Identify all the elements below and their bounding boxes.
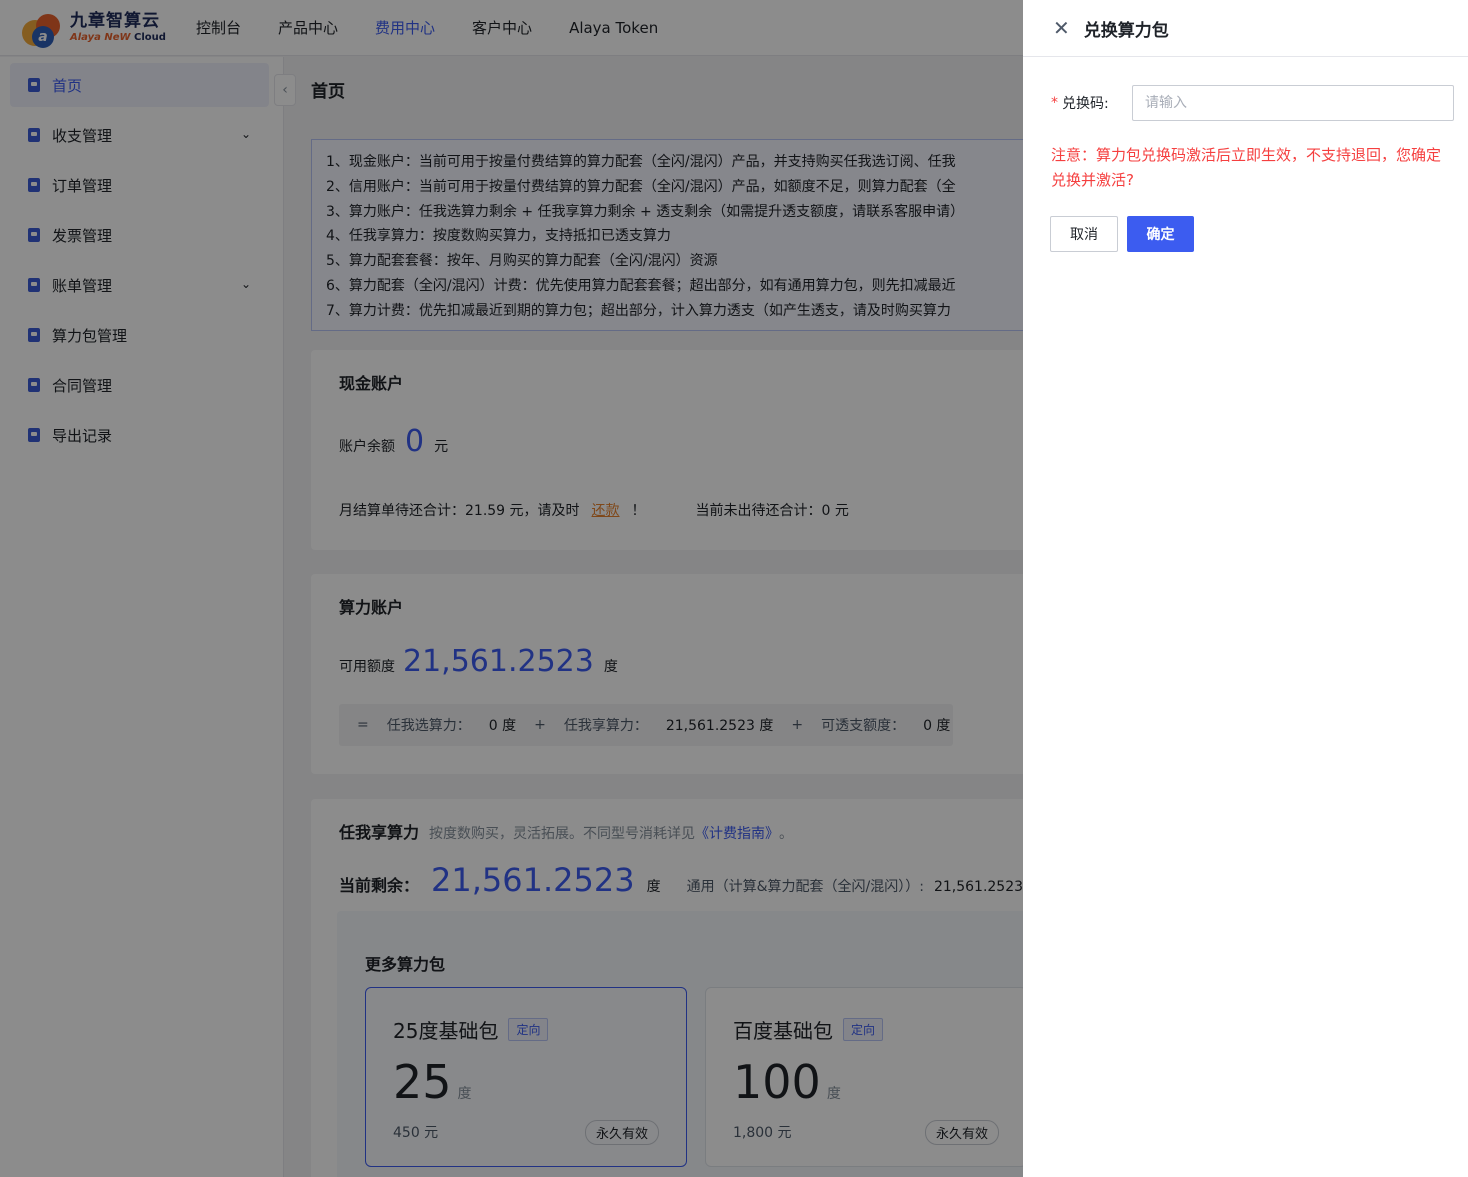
drawer-title: 兑换算力包 [1083, 20, 1169, 41]
drawer-header: ✕ 兑换算力包 [1023, 0, 1468, 57]
redeem-package-drawer: ✕ 兑换算力包 * 兑换码: 注意：算力包兑换码激活后立即生效，不支持退回，您确… [1023, 0, 1468, 1177]
cancel-button[interactable]: 取消 [1050, 216, 1118, 252]
redeem-warning: 注意：算力包兑换码激活后立即生效，不支持退回，您确定兑换并激活? [1051, 146, 1442, 189]
redeem-code-row: * 兑换码: [1051, 85, 1454, 121]
close-icon[interactable]: ✕ [1053, 18, 1070, 38]
redeem-code-input[interactable] [1132, 85, 1454, 121]
confirm-button[interactable]: 确定 [1127, 216, 1194, 252]
redeem-code-label: 兑换码: [1062, 96, 1109, 112]
required-mark: * [1051, 95, 1058, 111]
